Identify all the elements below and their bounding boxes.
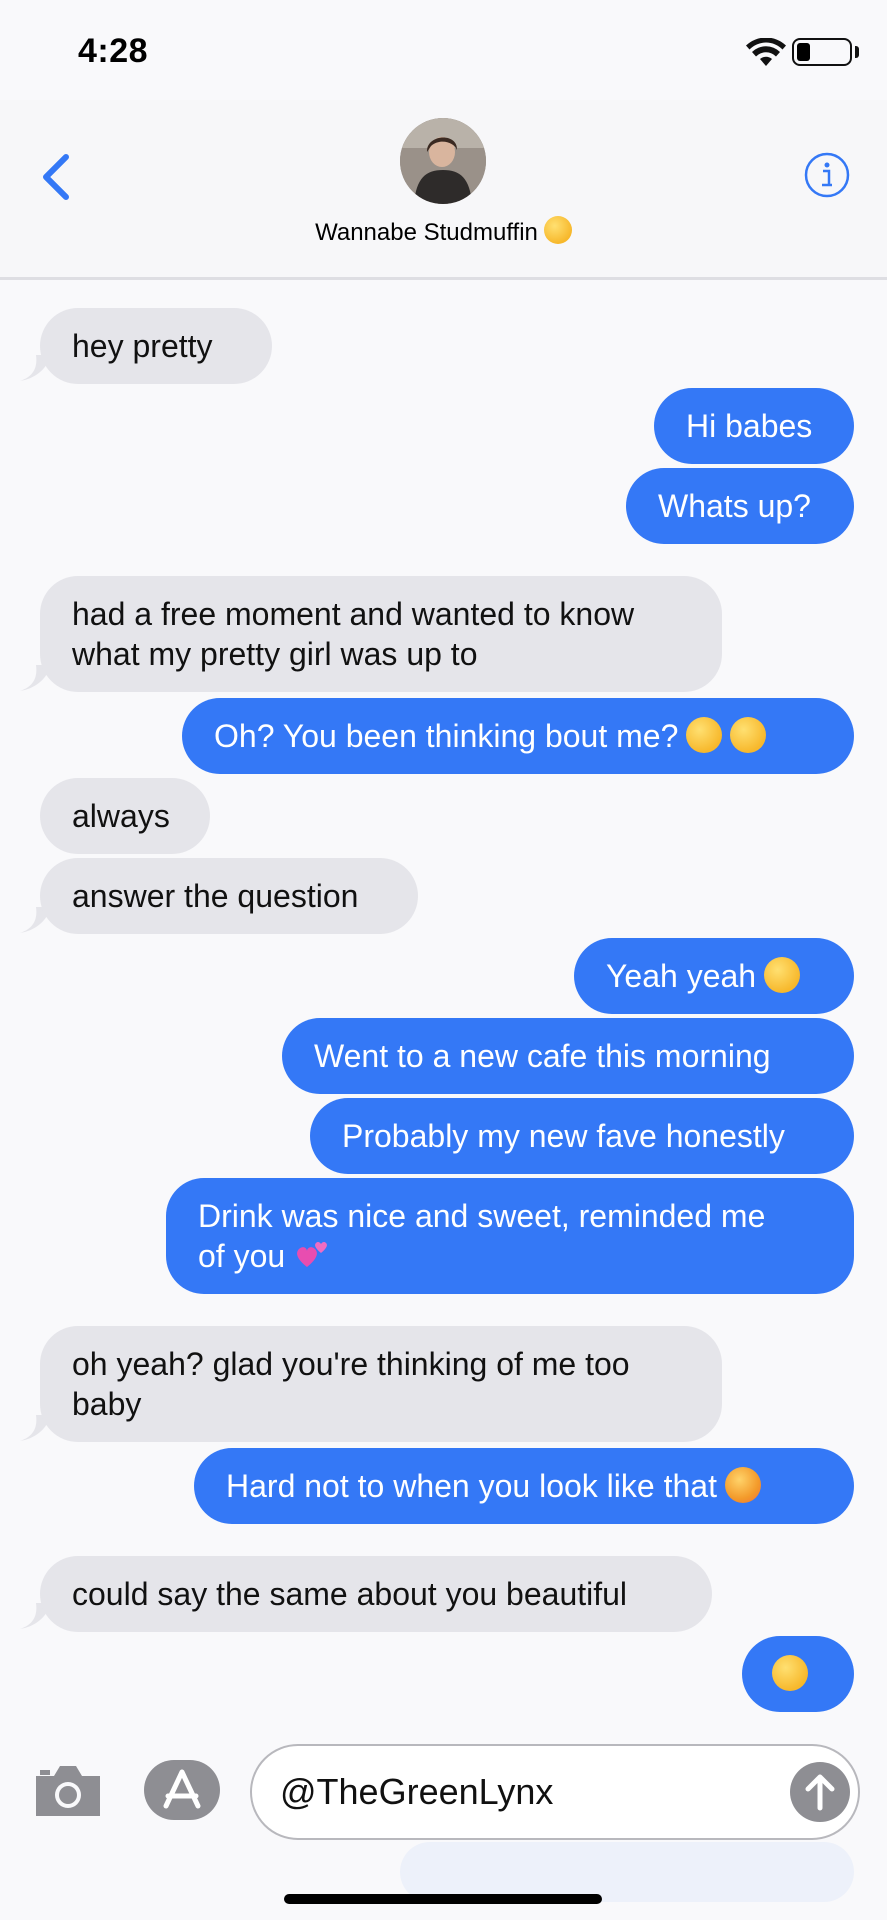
message-text-line: Drink was nice and sweet, reminded me — [198, 1198, 766, 1234]
message-text-line: oh yeah? glad you're thinking of me too — [72, 1346, 630, 1382]
message-text-line: of you — [198, 1238, 286, 1274]
message-text-line: what my pretty girl was up to — [72, 636, 478, 672]
message-bubble-incoming[interactable]: always — [40, 778, 210, 854]
winking-face-icon — [730, 717, 767, 753]
message-text: Probably my new fave honestly — [342, 1118, 785, 1154]
message-text: Oh? You been thinking bout me? — [214, 718, 679, 754]
message-text: Hard not to when you look like that — [226, 1468, 717, 1504]
compose-bar — [0, 1720, 887, 1920]
unamused-face-icon — [764, 957, 801, 993]
message-bubble-outgoing[interactable]: Whats up? — [626, 468, 854, 544]
message-input-field[interactable] — [250, 1744, 860, 1840]
message-text: Yeah yeah — [606, 958, 757, 994]
two-hearts-icon — [297, 1242, 328, 1267]
message-input[interactable] — [280, 1764, 780, 1820]
back-chevron-icon[interactable] — [38, 152, 78, 202]
message-bubble-outgoing[interactable]: Drink was nice and sweet, reminded me of… — [166, 1178, 854, 1294]
message-bubble-outgoing[interactable]: Oh? You been thinking bout me? — [182, 698, 854, 774]
message-text: Whats up? — [658, 488, 811, 524]
message-bubble-outgoing[interactable]: Hard not to when you look like that — [194, 1448, 854, 1524]
face-with-hand-over-mouth-icon — [543, 216, 572, 244]
face-with-monocle-icon — [686, 717, 723, 753]
message-bubble-outgoing[interactable]: Yeah yeah — [574, 938, 854, 1014]
info-icon[interactable] — [804, 152, 850, 198]
hot-face-icon — [724, 1467, 761, 1503]
contact-avatar[interactable] — [400, 118, 486, 204]
contact-name-row[interactable]: Wannabe Studmuffin — [0, 216, 887, 247]
camera-icon[interactable] — [32, 1760, 104, 1820]
message-bubble-incoming[interactable]: oh yeah? glad you're thinking of me too … — [40, 1326, 722, 1442]
message-bubble-outgoing[interactable] — [742, 1636, 854, 1712]
message-text-line: had a free moment and wanted to know — [72, 596, 635, 632]
ghost-bubble — [400, 1842, 854, 1902]
message-bubble-outgoing[interactable]: Hi babes — [654, 388, 854, 464]
send-arrow-icon — [805, 1774, 835, 1811]
message-text: could say the same about you beautiful — [72, 1576, 628, 1612]
battery-icon — [792, 38, 852, 66]
kissing-face-with-closed-eyes-icon — [772, 1655, 808, 1691]
message-bubble-incoming[interactable]: answer the question — [40, 858, 418, 934]
home-indicator — [284, 1894, 602, 1904]
message-text: answer the question — [72, 878, 359, 914]
wifi-icon — [746, 38, 786, 66]
send-button[interactable] — [790, 1762, 850, 1822]
message-bubble-incoming[interactable]: had a free moment and wanted to know wha… — [40, 576, 722, 692]
message-bubble-outgoing[interactable]: Went to a new cafe this morning — [282, 1018, 854, 1094]
message-text: always — [72, 798, 170, 834]
message-bubble-incoming[interactable]: could say the same about you beautiful — [40, 1556, 712, 1632]
conversation-header: Wannabe Studmuffin — [0, 100, 887, 280]
message-text: Went to a new cafe this morning — [314, 1038, 771, 1074]
app-store-icon[interactable] — [144, 1760, 220, 1820]
message-text-line: baby — [72, 1386, 142, 1422]
status-time: 4:28 — [78, 32, 149, 70]
message-bubble-incoming[interactable]: hey pretty — [40, 308, 272, 384]
status-bar: 4:28 — [0, 0, 887, 100]
message-text: Hi babes — [686, 408, 813, 444]
message-text: hey pretty — [72, 328, 213, 364]
message-bubble-outgoing[interactable]: Probably my new fave honestly — [310, 1098, 854, 1174]
contact-name: Wannabe Studmuffin — [315, 219, 538, 246]
battery-cap — [855, 46, 859, 58]
